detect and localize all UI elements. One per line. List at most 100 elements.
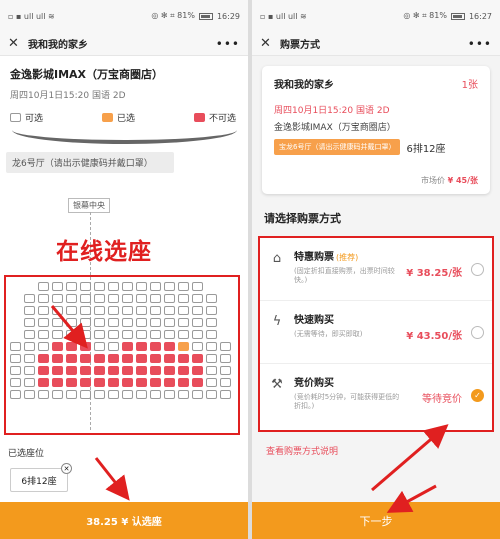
seat[interactable]: [206, 390, 217, 399]
seat[interactable]: [38, 318, 49, 327]
seat[interactable]: [122, 306, 133, 315]
seat[interactable]: [178, 330, 189, 339]
seat[interactable]: [122, 282, 133, 291]
seat-unavailable[interactable]: [122, 354, 133, 363]
seat[interactable]: [38, 306, 49, 315]
seat[interactable]: [52, 306, 63, 315]
seat-unavailable[interactable]: [164, 354, 175, 363]
seat[interactable]: [24, 342, 35, 351]
seat-unavailable[interactable]: [192, 354, 203, 363]
seat[interactable]: [192, 390, 203, 399]
seat[interactable]: [94, 306, 105, 315]
seat[interactable]: [24, 330, 35, 339]
seat[interactable]: [38, 282, 49, 291]
method-radio[interactable]: [471, 263, 484, 276]
seat[interactable]: [178, 390, 189, 399]
method-explanation-link[interactable]: 查看购票方式说明: [252, 432, 500, 469]
seat[interactable]: [164, 306, 175, 315]
seat-unavailable[interactable]: [52, 342, 63, 351]
seat[interactable]: [136, 330, 147, 339]
seat-unavailable[interactable]: [164, 342, 175, 351]
seat[interactable]: [66, 330, 77, 339]
seat[interactable]: [66, 318, 77, 327]
seat[interactable]: [80, 294, 91, 303]
close-icon[interactable]: ✕: [260, 36, 276, 51]
seat[interactable]: [178, 294, 189, 303]
seat-unavailable[interactable]: [136, 342, 147, 351]
seat[interactable]: [94, 282, 105, 291]
seat[interactable]: [150, 330, 161, 339]
seat[interactable]: [108, 330, 119, 339]
seat[interactable]: [164, 318, 175, 327]
seat[interactable]: [178, 282, 189, 291]
seat[interactable]: [10, 342, 21, 351]
seat[interactable]: [24, 306, 35, 315]
seat[interactable]: [52, 282, 63, 291]
seat[interactable]: [206, 306, 217, 315]
seat[interactable]: [192, 282, 203, 291]
seat-unavailable[interactable]: [122, 378, 133, 387]
seat-unavailable[interactable]: [178, 354, 189, 363]
seat-selected[interactable]: [178, 342, 189, 351]
more-icon[interactable]: •••: [216, 37, 240, 51]
seat[interactable]: [52, 330, 63, 339]
seat[interactable]: [38, 330, 49, 339]
seat-unavailable[interactable]: [66, 378, 77, 387]
method-radio[interactable]: [471, 326, 484, 339]
seat[interactable]: [136, 306, 147, 315]
seat[interactable]: [150, 294, 161, 303]
seat-unavailable[interactable]: [66, 354, 77, 363]
seat-unavailable[interactable]: [108, 366, 119, 375]
seat-unavailable[interactable]: [178, 378, 189, 387]
seat[interactable]: [206, 354, 217, 363]
seat[interactable]: [108, 390, 119, 399]
seat-unavailable[interactable]: [94, 378, 105, 387]
selected-seat-chip[interactable]: 6排12座 ✕: [10, 463, 72, 492]
seat[interactable]: [150, 282, 161, 291]
seat-unavailable[interactable]: [136, 378, 147, 387]
seat[interactable]: [38, 342, 49, 351]
seat-unavailable[interactable]: [150, 378, 161, 387]
seat[interactable]: [80, 282, 91, 291]
seat-unavailable[interactable]: [136, 354, 147, 363]
seat[interactable]: [10, 354, 21, 363]
seat[interactable]: [94, 390, 105, 399]
seat-unavailable[interactable]: [80, 366, 91, 375]
seat[interactable]: [122, 330, 133, 339]
seat[interactable]: [122, 318, 133, 327]
seat[interactable]: [108, 306, 119, 315]
method-discount[interactable]: ⌂ 特惠购票 (推荐) (固定折扣直接购票，出票时间较快。) ¥ 38.25/张: [260, 238, 492, 301]
seat[interactable]: [94, 342, 105, 351]
seat-unavailable[interactable]: [178, 366, 189, 375]
seat[interactable]: [66, 282, 77, 291]
remove-seat-icon[interactable]: ✕: [61, 463, 72, 474]
seat-unavailable[interactable]: [150, 354, 161, 363]
seat-unavailable[interactable]: [136, 366, 147, 375]
seat[interactable]: [220, 354, 231, 363]
seat[interactable]: [10, 378, 21, 387]
seat[interactable]: [24, 390, 35, 399]
seat[interactable]: [150, 306, 161, 315]
seat-unavailable[interactable]: [52, 366, 63, 375]
seat[interactable]: [24, 378, 35, 387]
seat[interactable]: [150, 390, 161, 399]
seat[interactable]: [122, 294, 133, 303]
seat[interactable]: [52, 294, 63, 303]
seat[interactable]: [206, 378, 217, 387]
seat[interactable]: [192, 318, 203, 327]
seat[interactable]: [164, 390, 175, 399]
seat[interactable]: [122, 390, 133, 399]
seat[interactable]: [206, 294, 217, 303]
seat[interactable]: [52, 390, 63, 399]
seat[interactable]: [220, 378, 231, 387]
seat[interactable]: [66, 390, 77, 399]
method-fast[interactable]: ϟ 快速购买 (无需等待，即买即取) ¥ 43.50/张: [260, 301, 492, 364]
seat-unavailable[interactable]: [94, 354, 105, 363]
seat[interactable]: [38, 390, 49, 399]
seat[interactable]: [80, 318, 91, 327]
seat[interactable]: [24, 294, 35, 303]
seat[interactable]: [108, 294, 119, 303]
seat[interactable]: [206, 366, 217, 375]
seat-unavailable[interactable]: [80, 354, 91, 363]
seat[interactable]: [136, 390, 147, 399]
